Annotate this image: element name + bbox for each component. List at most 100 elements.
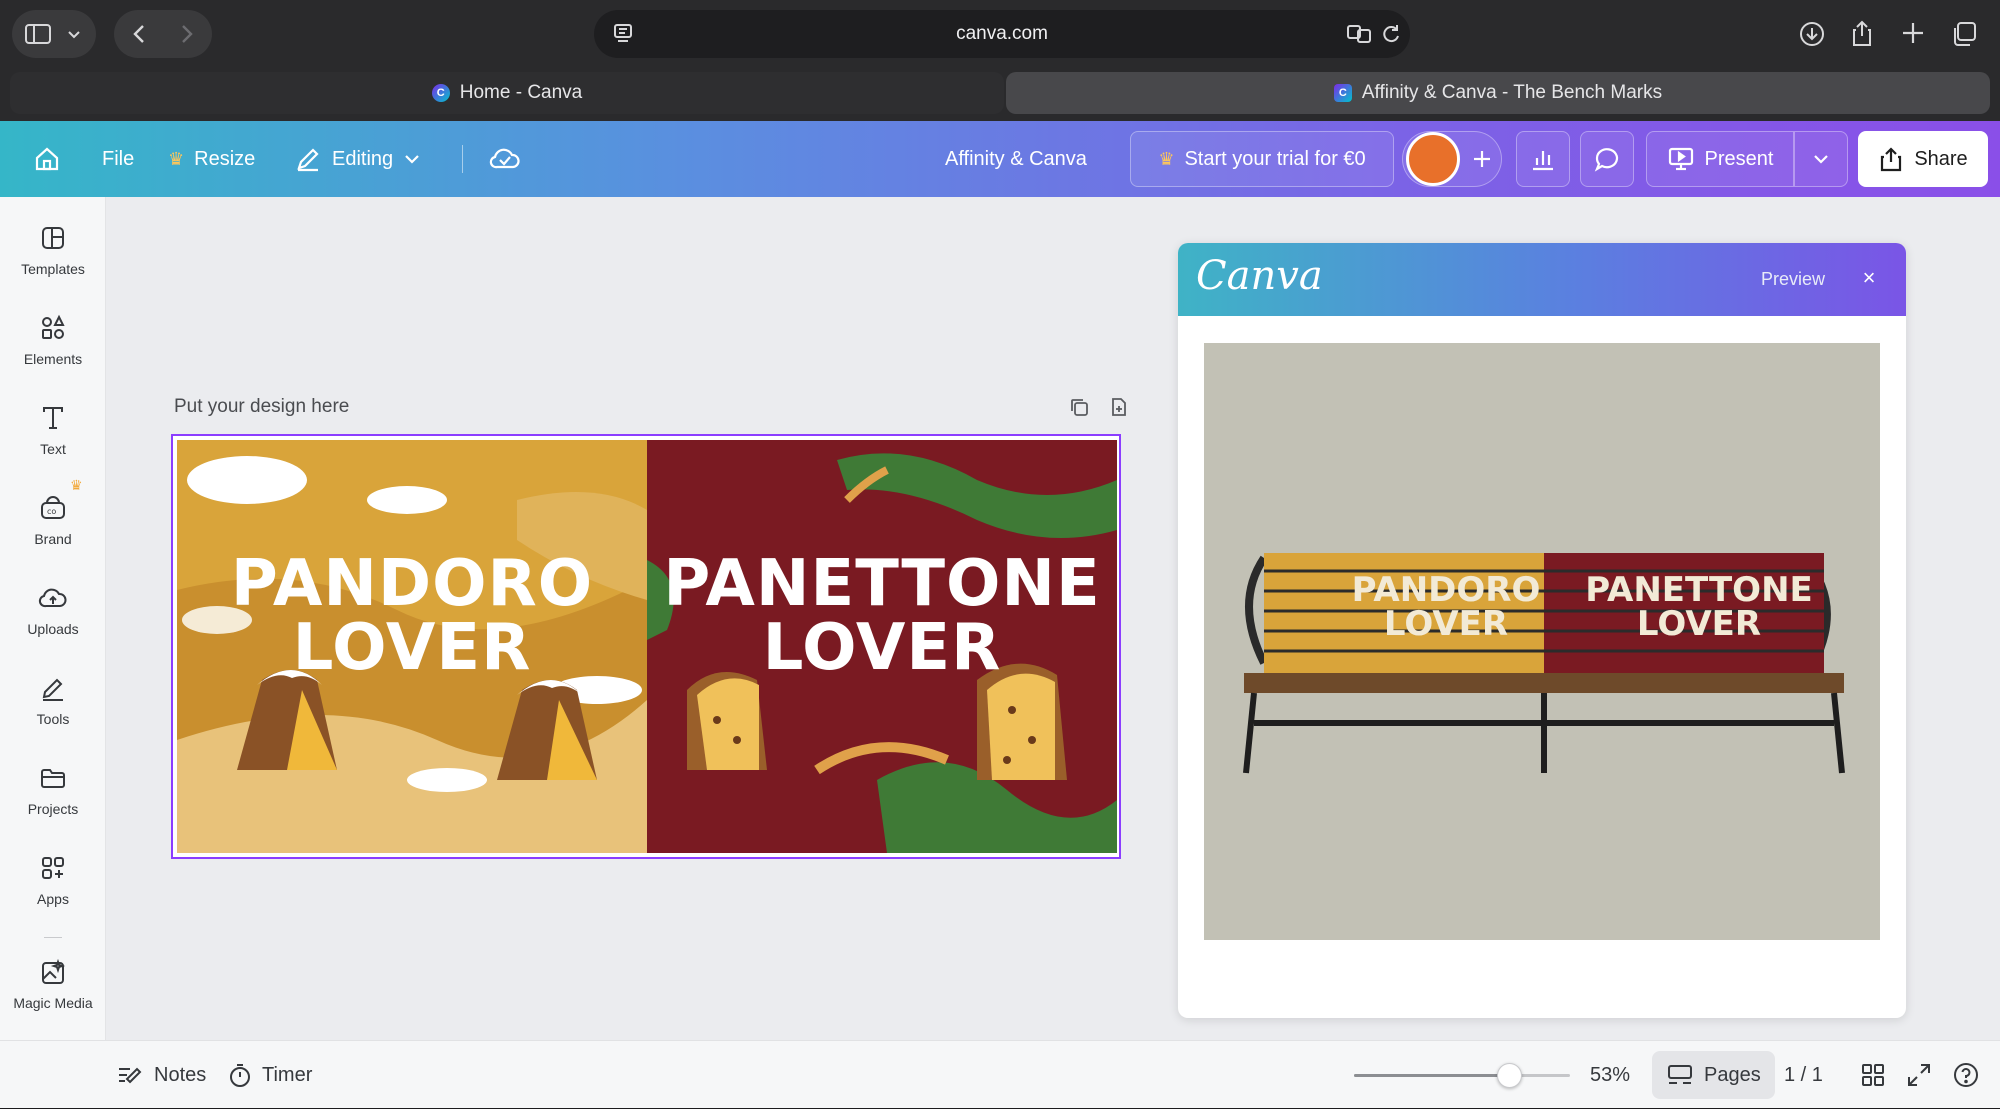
cloud-check-icon <box>489 148 520 169</box>
duplicate-page-icon[interactable] <box>1068 396 1090 418</box>
fullscreen-button[interactable] <box>1906 1041 1932 1109</box>
insights-button[interactable] <box>1516 131 1570 187</box>
crown-icon: ♛ <box>168 148 185 169</box>
reload-icon[interactable] <box>1380 22 1402 46</box>
panettone-panel[interactable]: PANETTONE LOVER <box>647 440 1117 853</box>
present-options-button[interactable] <box>1794 131 1848 187</box>
present-icon <box>1668 147 1693 171</box>
avatar[interactable] <box>1406 132 1460 186</box>
sidebar-item-label: Apps <box>37 891 69 907</box>
elements-icon <box>42 314 65 339</box>
sidebar-item-projects[interactable]: Projects <box>0 763 106 817</box>
share-label: Share <box>1914 147 1968 170</box>
tab-home-canva[interactable]: C Home - Canva <box>10 72 1004 114</box>
doc-title[interactable]: Affinity & Canva <box>945 121 1087 197</box>
doc-title-text: Affinity & Canva <box>945 147 1087 170</box>
magic-media-icon <box>42 958 66 984</box>
pages-icon <box>1668 1065 1692 1084</box>
page-count-text: 1 / 1 <box>1784 1063 1823 1086</box>
panettone-word: PANETTONE <box>663 547 1101 621</box>
pandoro-panel[interactable]: PANDORO LOVER <box>177 440 647 853</box>
chevron-down-icon[interactable] <box>66 26 82 42</box>
url-text[interactable]: canva.com <box>594 23 1410 45</box>
zoom-slider-track[interactable] <box>1354 1063 1570 1088</box>
share-button[interactable]: Share <box>1858 131 1988 187</box>
timer-label: Timer <box>262 1063 313 1086</box>
resize-label: Resize <box>194 147 256 170</box>
sidebar-item-label: Text <box>40 441 66 457</box>
pages-label: Pages <box>1704 1063 1761 1086</box>
sidebar-item-templates[interactable]: Templates <box>0 223 106 277</box>
divider <box>462 145 463 173</box>
sidebar-item-apps[interactable]: Apps <box>0 853 106 907</box>
grid-view-button[interactable] <box>1860 1041 1886 1109</box>
comments-button[interactable] <box>1580 131 1634 187</box>
sidebar-item-uploads[interactable]: Uploads <box>0 583 106 637</box>
download-icon[interactable] <box>1798 20 1826 48</box>
projects-icon <box>41 769 65 788</box>
bench-lover-word: LOVER <box>1636 604 1762 644</box>
canva-header: File ♛ Resize Editing Affinity & Canva ♛… <box>0 121 2000 197</box>
upload-share-icon <box>1881 147 1902 172</box>
save-status-button[interactable] <box>462 121 521 197</box>
crown-icon: ♛ <box>70 477 83 493</box>
zoom-percent-text: 53% <box>1590 1063 1631 1086</box>
timer-icon <box>230 1064 250 1087</box>
translate-icon[interactable] <box>1346 22 1372 46</box>
share-sheet-icon[interactable] <box>1850 18 1874 48</box>
preview-title: Preview <box>1761 269 1826 289</box>
design-frame[interactable]: PANDORO LOVER PANETTONE LOVER <box>171 434 1121 859</box>
sidebar-toggle-icon[interactable] <box>24 22 52 46</box>
zoom-slider-thumb[interactable] <box>1497 1063 1522 1088</box>
trial-button[interactable]: ♛ Start your trial for €0 <box>1130 131 1394 187</box>
sidebar-item-label: Tools <box>36 711 70 727</box>
editing-mode-dropdown[interactable]: Editing <box>294 121 421 197</box>
resize-button[interactable]: ♛ Resize <box>168 121 255 197</box>
zoom-percent[interactable]: 53% <box>1590 1041 1630 1109</box>
close-icon[interactable]: × <box>1854 263 1884 293</box>
tab-overview-icon[interactable] <box>1950 20 1978 48</box>
sidebar-item-label: Magic Media <box>13 995 93 1011</box>
page-count[interactable]: 1 / 1 <box>1784 1041 1823 1109</box>
back-icon[interactable] <box>128 22 152 46</box>
divider <box>44 937 62 938</box>
trial-label: Start your trial for €0 <box>1184 147 1366 170</box>
home-button[interactable] <box>32 121 62 197</box>
sidebar-item-label: Brand <box>34 531 72 547</box>
notes-button[interactable]: Notes <box>116 1041 206 1109</box>
sidebar-item-elements[interactable]: Elements <box>0 313 106 367</box>
url-bar[interactable]: canva.com <box>594 10 1410 58</box>
bench-panettone-word: PANETTONE <box>1585 570 1813 610</box>
sidebar-item-text[interactable]: Text <box>0 403 106 457</box>
fullscreen-icon <box>1908 1064 1930 1086</box>
sidebar-toggle-group[interactable] <box>12 10 96 58</box>
add-page-icon[interactable] <box>1108 396 1130 418</box>
pages-button[interactable]: Pages <box>1652 1051 1775 1099</box>
design-label: Put your design here <box>174 396 350 417</box>
present-button[interactable]: Present <box>1646 131 1794 187</box>
zoom-slider-fill <box>1354 1074 1509 1077</box>
sidebar-item-label: Templates <box>21 261 85 277</box>
add-collaborator-icon[interactable] <box>1471 148 1493 170</box>
pencil-icon <box>297 148 319 172</box>
lover-word: LOVER <box>762 611 1002 685</box>
canva-favicon-icon: C <box>431 84 450 102</box>
new-tab-icon[interactable] <box>1900 20 1926 46</box>
tab-affinity-canva[interactable]: C Affinity & Canva - The Bench Marks <box>1006 72 1990 114</box>
help-button[interactable] <box>1952 1041 1980 1109</box>
file-menu[interactable]: File <box>102 121 134 197</box>
sidebar-item-tools[interactable]: Tools <box>0 673 106 727</box>
apps-icon <box>42 857 64 879</box>
timer-button[interactable]: Timer <box>228 1041 312 1109</box>
sidebar-item-brand[interactable]: ♛ co Brand <box>0 477 106 547</box>
tab-strip: C Home - Canva C Affinity & Canva - The … <box>0 68 2000 122</box>
notes-icon <box>119 1067 142 1084</box>
grid-view-icon <box>1862 1064 1884 1086</box>
brand-icon: co <box>41 496 65 519</box>
preview-panel: Canva Preview × PANDORO LOVER PANETTONE … <box>1178 243 1906 1018</box>
editing-label: Editing <box>332 147 394 170</box>
present-label: Present <box>1704 147 1774 170</box>
sidebar-item-magic-media[interactable]: Magic Media <box>0 957 106 1011</box>
chevron-down-icon <box>405 155 419 164</box>
forward-icon[interactable] <box>174 22 198 46</box>
